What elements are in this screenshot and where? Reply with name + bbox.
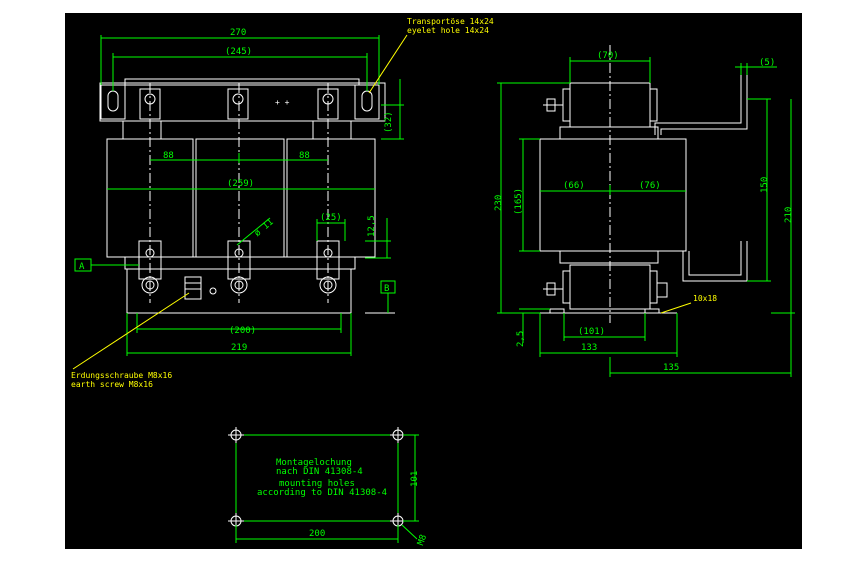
dim-core-height: (165) xyxy=(514,138,540,252)
svg-text:earth screw M8x16: earth screw M8x16 xyxy=(71,380,153,389)
dim-core-width: (259) xyxy=(107,179,375,190)
upper-spacer-3 xyxy=(312,120,352,140)
svg-text:(245): (245) xyxy=(225,47,252,57)
dim-height-210: 210 xyxy=(771,99,795,314)
svg-text:(70): (70) xyxy=(597,51,619,61)
mounting-title-en-2: according to DIN 41308-4 xyxy=(257,488,387,498)
side-busbar xyxy=(654,75,748,282)
cad-drawing: + + 270 (245) 88 88 (259) (25) 12,5 (32)… xyxy=(71,17,795,547)
side-core-bottom-yoke xyxy=(559,250,659,264)
side-foot-right xyxy=(644,308,660,314)
svg-text:10x18: 10x18 xyxy=(693,294,717,303)
svg-text:210: 210 xyxy=(784,207,794,223)
svg-text:(259): (259) xyxy=(227,179,254,189)
mounting-title-de-2: nach DIN 41308-4 xyxy=(276,467,363,477)
side-view: (70) (5) 230 (165) (66) (76) 150 210 2,5… xyxy=(494,45,795,377)
svg-text:ø 11: ø 11 xyxy=(253,217,276,239)
side-bottom-stud xyxy=(543,282,668,298)
dim-mount-width: 200 xyxy=(235,525,399,543)
eyelet-hole-right xyxy=(361,90,373,112)
dim-pitch: 88 88 xyxy=(150,151,328,163)
svg-text:(5): (5) xyxy=(759,58,775,68)
svg-text:101: 101 xyxy=(410,471,420,487)
slot-note: 10x18 xyxy=(660,294,717,314)
svg-text:230: 230 xyxy=(494,195,504,211)
dim-diameter: ø 11 xyxy=(236,217,276,246)
dim-overall-depth: 135 xyxy=(609,313,792,377)
svg-text:(76): (76) xyxy=(639,181,661,191)
svg-text:B: B xyxy=(384,284,389,294)
svg-text:200: 200 xyxy=(309,529,325,539)
terminal-marks: + + xyxy=(275,98,290,107)
svg-text:Erdungsschraube M8x16: Erdungsschraube M8x16 xyxy=(71,371,172,380)
svg-text:eyelet hole 14x24: eyelet hole 14x24 xyxy=(407,26,489,35)
dim-foot-outer: 133 xyxy=(539,313,678,357)
svg-text:88: 88 xyxy=(163,151,174,161)
svg-text:219: 219 xyxy=(231,343,247,353)
eyelet-note: Transportöse 14x24 eyelet hole 14x24 xyxy=(368,17,494,94)
side-core xyxy=(539,138,687,252)
top-bolt-2 xyxy=(227,88,249,120)
front-view: + + 270 (245) 88 88 (259) (25) 12,5 (32)… xyxy=(71,17,494,389)
svg-text:(101): (101) xyxy=(578,327,605,337)
svg-text:(165): (165) xyxy=(514,188,524,215)
dim-core-split: (66) (76) xyxy=(540,181,686,195)
dim-base-offset: 2,5 xyxy=(516,308,550,347)
coil-middle xyxy=(195,138,285,258)
svg-text:Transportöse 14x24: Transportöse 14x24 xyxy=(407,17,494,26)
dim-foot-inner: (101) xyxy=(563,313,646,341)
svg-text:(66): (66) xyxy=(563,181,585,191)
svg-text:150: 150 xyxy=(760,177,770,193)
side-bottom-coil-cap-right xyxy=(649,270,658,304)
svg-text:(200): (200) xyxy=(229,326,256,336)
dim-terminal-width: (25) xyxy=(316,213,346,241)
eyelet-hole-left xyxy=(107,90,119,112)
dim-total-height: 230 xyxy=(494,82,570,314)
svg-text:133: 133 xyxy=(581,343,597,353)
svg-text:(25): (25) xyxy=(320,213,342,223)
datum-a: A xyxy=(74,258,139,272)
mounting-rectangle xyxy=(235,434,399,522)
lower-clamp xyxy=(124,256,356,270)
top-clamp-rib xyxy=(124,78,360,86)
side-foot-left xyxy=(549,308,565,314)
dim-terminal-height: 12,5 xyxy=(365,215,391,259)
svg-text:12,5: 12,5 xyxy=(367,215,377,237)
side-top-coil-cap-left xyxy=(562,88,571,122)
svg-text:M8: M8 xyxy=(416,533,429,547)
side-top-coil-cap-right xyxy=(649,88,658,122)
side-bottom-coil-cap-left xyxy=(562,270,571,304)
svg-text:A: A xyxy=(79,262,85,272)
upper-spacer-1 xyxy=(122,120,162,140)
svg-text:88: 88 xyxy=(299,151,310,161)
dim-hole-spacing: (245) xyxy=(112,47,368,91)
svg-text:270: 270 xyxy=(230,28,246,38)
side-top-stud xyxy=(543,98,563,112)
mount-hole-tl xyxy=(228,427,244,443)
datum-b: B xyxy=(380,280,396,313)
dim-lug: (5) xyxy=(735,58,777,75)
dim-mount-inner: (200) xyxy=(136,313,342,336)
viewport: + + 270 (245) 88 88 (259) (25) 12,5 (32)… xyxy=(0,0,867,562)
dim-eyelet-height: (32) xyxy=(381,79,404,140)
side-core-top-yoke xyxy=(559,126,659,140)
mounting-holes-view: Montagelochung nach DIN 41308-4 mounting… xyxy=(228,427,429,547)
cad-drawing-canvas: + + 270 (245) 88 88 (259) (25) 12,5 (32)… xyxy=(65,13,802,549)
bolt-note: M8 xyxy=(401,524,429,547)
dim-mount-height: 101 xyxy=(403,434,420,522)
svg-text:135: 135 xyxy=(663,363,679,373)
earth-screw xyxy=(184,276,217,300)
earth-note: Erdungsschraube M8x16 earth screw M8x16 xyxy=(71,292,190,389)
svg-text:2,5: 2,5 xyxy=(516,331,526,347)
dim-height-150: 150 xyxy=(747,98,771,282)
svg-text:(32): (32) xyxy=(384,111,394,133)
